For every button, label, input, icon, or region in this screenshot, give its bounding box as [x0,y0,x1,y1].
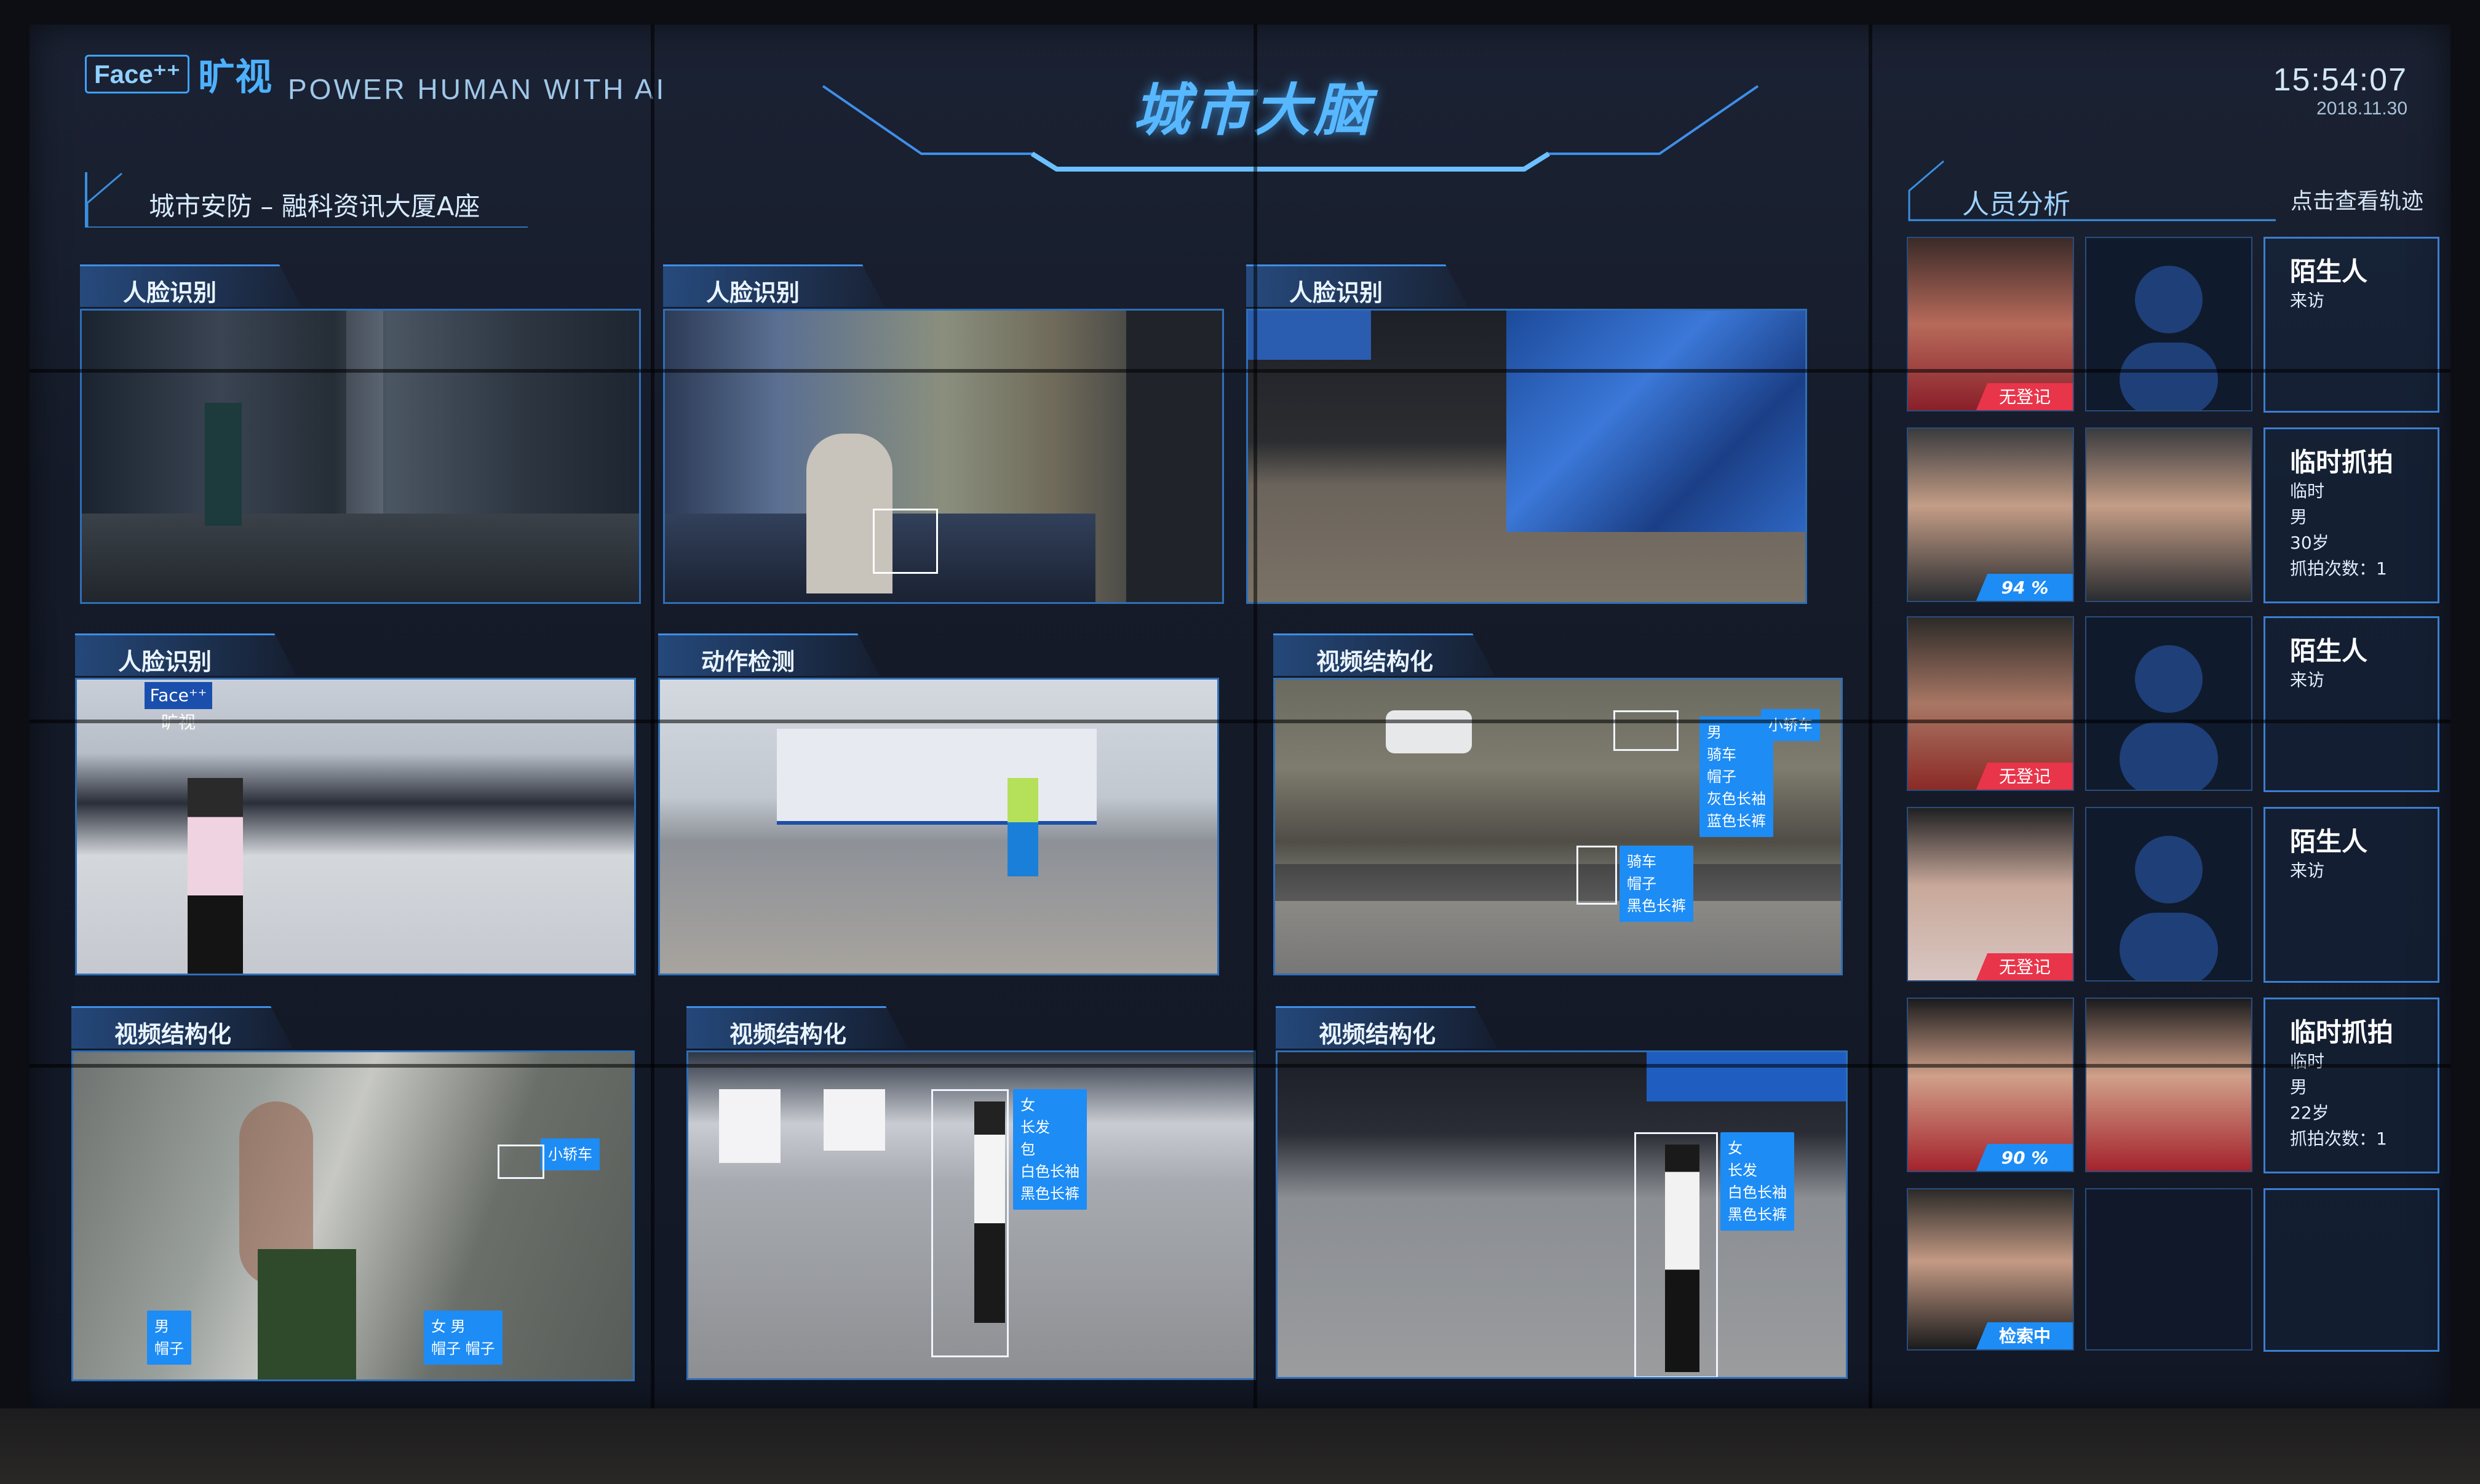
person-detail: 来访 [2290,670,2325,690]
captured-face: 无登记 [1907,616,2074,791]
person-box [931,1089,1009,1357]
logo: Face⁺⁺ 旷视 [85,52,272,99]
silhouette-icon [2120,645,2218,790]
match-score-pill: 90 % [1976,1144,2073,1171]
tile-tab: 人脸识别 [75,633,296,676]
person-info [2263,1188,2439,1352]
camera-feed-lobby [80,309,641,604]
camera-feed-lobby-2: 女 长发 白色长袖 黑色长裤 [1276,1050,1848,1379]
captured-face: 90 % [1907,998,2074,1172]
captured-face: 检索中 [1907,1188,2074,1351]
brand-name: 旷视 [198,55,272,99]
tile-tab: 视频结构化 [71,1006,293,1049]
person-info: 临时抓拍 临时 男 22岁 抓拍次数：1 [2263,998,2439,1173]
person-card[interactable]: 90 % 临时抓拍 临时 男 22岁 抓拍次数：1 [1907,998,2439,1173]
floor [0,1408,2480,1484]
captured-face: 无登记 [1907,237,2074,411]
tile-label: 视频结构化 [729,1021,847,1048]
attribute-tag: 男 帽子 [147,1311,191,1365]
captured-face: 无登记 [1907,807,2074,982]
matched-face [2085,427,2252,602]
tile-label: 人脸识别 [118,648,212,675]
bezel-seam [30,1064,2450,1068]
tile-label: 人脸识别 [1289,279,1383,306]
tile-tab: 人脸识别 [663,264,884,307]
status-pill: 无登记 [1976,763,2073,790]
attribute-tag: 女 男 帽子 帽子 [424,1311,503,1365]
person-card[interactable]: 检索中 [1907,1188,2439,1352]
attribute-tag: 女 长发 白色长袖 黑色长裤 [1720,1132,1794,1231]
person-type: 临时抓拍 [2290,447,2394,477]
person-analysis-header: 人员分析 点击查看轨迹 [1907,160,2423,221]
person-type: 陌生人 [2290,636,2368,666]
camera-feed-control-room [1246,309,1807,604]
face-plus-plus-logo: Face⁺⁺ [85,54,190,93]
person-card[interactable]: 无登记 陌生人 来访 [1907,237,2439,413]
attribute-tag: 女 长发 包 白色长袖 黑色长裤 [1013,1089,1087,1210]
tile-tab: 视频结构化 [1273,633,1495,676]
person-analysis-title: 人员分析 [1962,189,2070,220]
tile-tab: 动作检测 [658,633,880,676]
silhouette-icon [2120,266,2218,410]
attribute-tag: 骑车 帽子 黑色长裤 [1620,846,1693,922]
vehicle-box [1613,710,1679,751]
view-track-link[interactable]: 点击查看轨迹 [2291,183,2423,215]
tile-tab: 人脸识别 [80,264,301,307]
person-type: 临时抓拍 [2290,1017,2394,1047]
attribute-tag: 小轿车 [541,1138,600,1170]
person-card[interactable]: 无登记 陌生人 来访 [1907,616,2439,792]
person-info: 陌生人 来访 [2263,807,2439,983]
person-detail: 来访 [2290,860,2325,881]
tile-label: 视频结构化 [1316,648,1434,675]
tile-tab: 视频结构化 [1276,1006,1497,1049]
bezel-seam [30,720,2450,723]
bezel-seam [651,25,654,1408]
person-card[interactable]: 无登记 陌生人 来访 [1907,807,2439,983]
location-title-text: 城市安防 – 融科资讯大厦A座 [149,191,480,221]
person-info: 临时抓拍 临时 男 30岁 抓拍次数：1 [2263,427,2439,603]
camera-feed-sidewalk: 小轿车 男 帽子 女 男 帽子 帽子 [71,1050,635,1381]
profile-placeholder [2085,1188,2252,1351]
status-pill: 无登记 [1976,953,2073,980]
searching-pill: 检索中 [1976,1322,2073,1349]
tile-label: 动作检测 [701,648,795,675]
attribute-tag: 小轿车 [1761,709,1820,741]
profile-placeholder [2085,616,2252,791]
bezel-seam [1869,25,1872,1408]
person-type: 陌生人 [2290,827,2368,857]
clock-time: 15:54:07 [2273,62,2407,98]
person-box [1576,846,1617,905]
person-detail: 来访 [2290,290,2325,311]
person-type: 陌生人 [2290,256,2368,287]
bezel-seam [1254,25,1257,1408]
person-info: 陌生人 来访 [2263,237,2439,413]
matched-face [2085,998,2252,1172]
tile-label: 视频结构化 [114,1021,232,1048]
vehicle-box [498,1145,544,1179]
profile-placeholder [2085,807,2252,982]
captured-face: 94 % [1907,427,2074,602]
tile-label: 人脸识别 [706,279,800,306]
tile-label: 人脸识别 [123,279,217,306]
tile-label: 视频结构化 [1319,1021,1436,1048]
person-box [1634,1132,1718,1377]
clock: 15:54:07 2018.11.30 [2273,62,2407,119]
camera-feed-corridor [663,309,1224,604]
silhouette-icon [2120,836,2218,980]
location-title: 城市安防 – 融科资讯大厦A座 [85,172,530,228]
tagline: POWER HUMAN WITH AI [288,73,667,105]
person-info: 陌生人 来访 [2263,616,2439,792]
camera-feed-exhibit: 女 长发 包 白色长袖 黑色长裤 [686,1050,1256,1380]
tile-tab: 视频结构化 [686,1006,908,1049]
clock-date: 2018.11.30 [2316,98,2407,119]
profile-placeholder [2085,237,2252,411]
person-detail: 临时 男 30岁 抓拍次数：1 [2290,481,2387,579]
match-score-pill: 94 % [1976,574,2073,601]
tile-tab: 人脸识别 [1246,264,1468,307]
video-wall: Face⁺⁺ 旷视 POWER HUMAN WITH AI 城市大脑 15:54… [30,25,2450,1408]
face-detect-box [873,509,938,574]
status-pill: 无登记 [1976,383,2073,410]
bezel-seam [30,369,2450,373]
person-card[interactable]: 94 % 临时抓拍 临时 男 30岁 抓拍次数：1 [1907,427,2439,603]
